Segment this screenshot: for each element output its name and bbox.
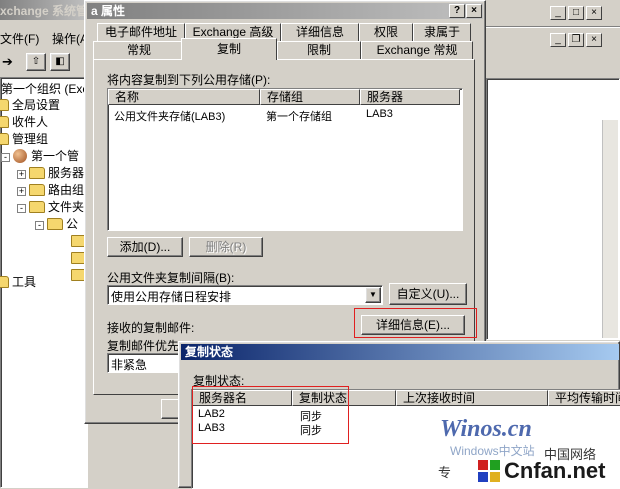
store-name: 公用文件夹存储(LAB3) xyxy=(114,111,226,123)
tree-pane[interactable]: 第一个组织 (Exc 全局设置 收件人 管理组 - 第一个管 + 服务器 + 路由组 … xyxy=(0,77,88,488)
tree-item-folders[interactable]: - 文件夹 xyxy=(17,199,84,215)
folder-icon xyxy=(29,184,45,196)
close-icon[interactable]: × xyxy=(586,6,602,20)
child-restore-icon[interactable]: ❐ xyxy=(568,33,584,47)
list-item[interactable]: 公用文件夹存储(LAB3) 第一个存储组 LAB3 xyxy=(108,107,460,123)
column-header-storage-group[interactable]: 存储组 xyxy=(260,89,360,105)
admin-group-icon xyxy=(13,149,27,163)
customize-button[interactable]: 自定义(U)... xyxy=(389,283,467,305)
folder-icon xyxy=(29,201,45,213)
properties-titlebar[interactable]: a 属性 ? × xyxy=(87,3,483,19)
menu-file[interactable]: 文件(F) xyxy=(0,30,39,47)
tree-item-global-settings[interactable]: 全局设置 xyxy=(0,97,60,113)
tab-exchange-general[interactable]: Exchange 常规 xyxy=(361,41,473,59)
watermark-windows-cn: Windows中文站 xyxy=(450,444,535,458)
expander-icon[interactable]: - xyxy=(1,153,10,162)
mmc-title: xchange 系统管 xyxy=(0,4,89,18)
store-group: 第一个存储组 xyxy=(266,111,332,123)
bg-scrollbar[interactable] xyxy=(602,120,618,338)
watermark-logo-icon xyxy=(478,460,500,482)
tree-item-routing-groups[interactable]: + 路由组 xyxy=(17,182,84,198)
close-icon[interactable]: × xyxy=(466,4,482,18)
up-folder-icon[interactable]: ⇧ xyxy=(26,53,46,71)
interval-value: 使用公用存储日程安排 xyxy=(111,290,232,304)
tab-member-of[interactable]: 隶属于 xyxy=(413,23,471,41)
folder-icon xyxy=(0,133,9,145)
add-button[interactable]: 添加(D)... xyxy=(107,237,183,257)
replicate-to-label: 将内容复制到下列公用存储(P): xyxy=(107,73,271,87)
status-title: 复制状态 xyxy=(185,345,234,359)
mmc-titlebar[interactable]: xchange 系统管 xyxy=(0,0,88,20)
dropdown-arrow-icon[interactable]: ▼ xyxy=(365,287,381,303)
store-list[interactable]: 名称 存储组 服务器 公用文件夹存储(LAB3) 第一个存储组 LAB3 xyxy=(107,88,463,231)
store-server: LAB3 xyxy=(366,108,393,120)
expander-icon[interactable]: - xyxy=(35,221,44,230)
minimize-icon[interactable]: _ xyxy=(550,6,566,20)
status-titlebar[interactable]: 复制状态 xyxy=(181,344,619,360)
watermark-cnfan: Cnfan.net xyxy=(504,458,606,483)
folder-icon xyxy=(0,116,9,128)
column-header-server[interactable]: 服务器 xyxy=(360,89,460,105)
maximize-icon[interactable]: □ xyxy=(568,6,584,20)
priority-select[interactable]: 非紧急 xyxy=(107,353,181,373)
child-minimize-icon[interactable]: _ xyxy=(550,33,566,47)
tab-permissions[interactable]: 权限 xyxy=(359,23,413,41)
tree-item-tools[interactable]: 工具 xyxy=(0,274,36,290)
priority-value: 非紧急 xyxy=(111,358,148,372)
watermark-zhuan: 专 xyxy=(438,465,452,480)
tab-limits[interactable]: 限制 xyxy=(277,41,361,59)
help-icon[interactable]: ? xyxy=(449,4,465,18)
bg-separator xyxy=(486,26,620,28)
highlight-status-box xyxy=(192,386,349,444)
open-folder-icon xyxy=(47,218,63,230)
mmc-toolbar: ➔ ⇧ ◧ xyxy=(0,52,88,74)
tree-item-public-folders[interactable]: -公 xyxy=(35,216,78,232)
mmc-menubar: 文件(F) 操作(A) xyxy=(0,28,92,48)
folder-icon xyxy=(0,99,9,111)
watermark: Winos.cn Windows中文站 中国网络 专 Cnfan.net xyxy=(436,414,620,488)
folder-icon xyxy=(0,276,9,288)
tree-item-org[interactable]: 第一个组织 (Exc xyxy=(1,81,88,97)
received-label: 接收的复制邮件: xyxy=(107,321,195,335)
highlight-details-box xyxy=(354,308,477,338)
priority-label: 复制邮件优先 xyxy=(107,339,180,353)
remove-button[interactable]: 删除(R) xyxy=(189,237,263,257)
tab-details[interactable]: 详细信息 xyxy=(281,23,359,41)
forward-icon[interactable]: ➔ xyxy=(2,54,13,70)
tree-item-servers[interactable]: + 服务器 xyxy=(17,165,84,181)
tree-item-recipients[interactable]: 收件人 xyxy=(0,114,48,130)
interval-label: 公用文件夹复制间隔(B): xyxy=(107,271,235,285)
column-header-last-received[interactable]: 上次接收时间 xyxy=(396,390,548,406)
expander-icon[interactable]: + xyxy=(17,187,26,196)
interval-select[interactable]: 使用公用存储日程安排 ▼ xyxy=(107,285,383,305)
tree-item-admin-groups[interactable]: 管理组 xyxy=(0,131,48,147)
tab-general[interactable]: 常规 xyxy=(93,41,185,59)
column-header-avg-transfer[interactable]: 平均传输时间 xyxy=(548,390,620,406)
properties-title: a 属性 xyxy=(91,4,126,18)
tab-email-addresses[interactable]: 电子邮件地址 xyxy=(97,23,185,41)
expander-icon[interactable]: - xyxy=(17,204,26,213)
watermark-winos: Winos.cn xyxy=(440,416,532,442)
tab-replication[interactable]: 复制 xyxy=(181,38,277,60)
column-header-name[interactable]: 名称 xyxy=(108,89,260,105)
child-close-icon[interactable]: × xyxy=(586,33,602,47)
tree-item-first-admin-group[interactable]: - 第一个管 xyxy=(1,148,79,164)
show-tree-icon[interactable]: ◧ xyxy=(50,53,70,71)
expander-icon[interactable]: + xyxy=(17,170,26,179)
folder-icon xyxy=(29,167,45,179)
bg-results-pane[interactable] xyxy=(486,78,620,340)
